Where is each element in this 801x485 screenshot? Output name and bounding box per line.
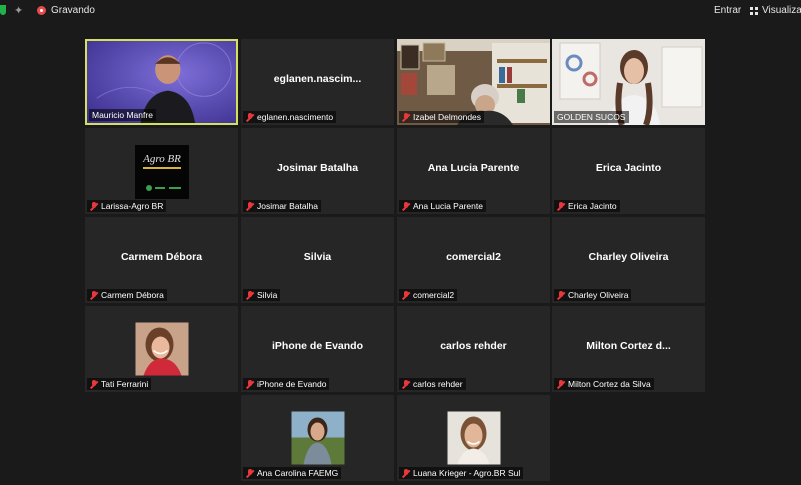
participant-tile[interactable]: Luana Krieger - Agro.BR Sul bbox=[397, 395, 550, 481]
participant-name-label: comercial2 bbox=[399, 289, 458, 301]
participant-display-name: Erica Jacinto bbox=[595, 162, 662, 174]
participant-display-name: Charley Oliveira bbox=[588, 251, 669, 263]
enter-button[interactable]: Entrar bbox=[714, 5, 741, 16]
participant-tile[interactable]: Tati Ferrarini bbox=[85, 306, 238, 392]
participant-name-label: Ana Carolina FAEMG bbox=[243, 467, 342, 479]
participant-tile[interactable]: iPhone de Evando iPhone de Evando bbox=[241, 306, 394, 392]
participant-name-label: GOLDEN SUCOS bbox=[554, 111, 629, 123]
participant-tile[interactable]: carlos rehder carlos rehder bbox=[397, 306, 550, 392]
muted-mic-icon bbox=[90, 201, 98, 211]
avatar bbox=[135, 322, 188, 376]
muted-mic-icon bbox=[402, 201, 410, 211]
muted-mic-icon bbox=[557, 201, 565, 211]
muted-mic-icon bbox=[90, 290, 98, 300]
participant-display-name: Milton Cortez d... bbox=[586, 340, 671, 352]
profile-photo bbox=[447, 411, 500, 465]
participant-tile[interactable]: Charley Oliveira Charley Oliveira bbox=[552, 217, 705, 303]
participant-name-label: Silvia bbox=[243, 289, 281, 301]
muted-mic-icon bbox=[402, 290, 410, 300]
participant-name-label: Charley Oliveira bbox=[554, 289, 632, 301]
recording-icon bbox=[37, 6, 46, 15]
participant-tile[interactable]: Josimar Batalha Josimar Batalha bbox=[241, 128, 394, 214]
participant-display-name: Carmem Débora bbox=[120, 251, 203, 263]
muted-mic-icon bbox=[246, 290, 254, 300]
profile-photo bbox=[291, 411, 344, 465]
participant-tile[interactable]: comercial2 comercial2 bbox=[397, 217, 550, 303]
participant-display-name: iPhone de Evando bbox=[271, 340, 363, 352]
participant-display-name: eglanen.nascim... bbox=[273, 73, 362, 85]
participant-name-label: carlos rehder bbox=[399, 378, 466, 390]
participant-name-label: Ana Lucia Parente bbox=[399, 200, 486, 212]
muted-mic-icon bbox=[246, 112, 254, 122]
muted-mic-icon bbox=[402, 379, 410, 389]
grid-view-icon bbox=[750, 6, 758, 15]
participant-tile[interactable]: Mauricio Manfre bbox=[85, 39, 238, 125]
participant-tile[interactable]: Silvia Silvia bbox=[241, 217, 394, 303]
muted-mic-icon bbox=[246, 201, 254, 211]
participant-tile[interactable]: Ana Lucia Parente Ana Lucia Parente bbox=[397, 128, 550, 214]
avatar: Agro BR bbox=[134, 145, 189, 199]
participant-name-label: Carmem Débora bbox=[87, 289, 167, 301]
muted-mic-icon bbox=[557, 379, 565, 389]
participant-tile[interactable]: eglanen.nascim... eglanen.nascimento bbox=[241, 39, 394, 125]
participant-name-label: Larissa-Agro BR bbox=[87, 200, 167, 212]
participant-tile[interactable]: Ana Carolina FAEMG bbox=[241, 395, 394, 481]
view-button-label: Visualizar bbox=[762, 5, 801, 16]
participant-tile[interactable]: Izabel Delmondes bbox=[397, 39, 550, 125]
muted-mic-icon bbox=[246, 468, 254, 478]
participant-name-label: eglanen.nascimento bbox=[243, 111, 337, 123]
participant-name-label: Josimar Batalha bbox=[243, 200, 321, 212]
participant-display-name: comercial2 bbox=[446, 251, 501, 263]
avatar bbox=[447, 411, 500, 465]
view-button[interactable]: Visualizar bbox=[750, 5, 801, 16]
participant-display-name: carlos rehder bbox=[440, 340, 507, 352]
participant-display-name: Josimar Batalha bbox=[276, 162, 359, 174]
participant-display-name: Silvia bbox=[303, 251, 332, 263]
muted-mic-icon bbox=[90, 379, 98, 389]
muted-mic-icon bbox=[402, 112, 410, 122]
recording-label: Gravando bbox=[51, 5, 95, 16]
participant-name-label: iPhone de Evando bbox=[243, 378, 330, 390]
participant-name-label: Luana Krieger - Agro.BR Sul bbox=[399, 467, 524, 479]
security-shield-icon[interactable] bbox=[0, 5, 6, 15]
participant-tile[interactable]: Agro BR Larissa-Agro BR bbox=[85, 128, 238, 214]
avatar bbox=[291, 411, 344, 465]
svg-text:Agro BR: Agro BR bbox=[142, 153, 181, 165]
participant-name-label: Mauricio Manfre bbox=[89, 109, 156, 121]
participant-tile[interactable]: Milton Cortez d... Milton Cortez da Silv… bbox=[552, 306, 705, 392]
muted-mic-icon bbox=[557, 290, 565, 300]
participant-name-label: Izabel Delmondes bbox=[399, 111, 485, 123]
profile-photo bbox=[135, 322, 188, 376]
participant-name-label: Milton Cortez da Silva bbox=[554, 378, 654, 390]
agro-logo-avatar: Agro BR bbox=[134, 145, 189, 199]
participant-name-label: Erica Jacinto bbox=[554, 200, 620, 212]
participant-display-name: Ana Lucia Parente bbox=[427, 162, 520, 174]
participant-tile[interactable]: Erica Jacinto Erica Jacinto bbox=[552, 128, 705, 214]
top-bar: ✦ Gravando Entrar Visualizar bbox=[0, 0, 801, 24]
participant-name-label: Tati Ferrarini bbox=[87, 378, 152, 390]
muted-mic-icon bbox=[246, 379, 254, 389]
participant-tile[interactable]: Carmem Débora Carmem Débora bbox=[85, 217, 238, 303]
participant-tile[interactable]: GOLDEN SUCOS bbox=[552, 39, 705, 125]
sparkle-icon[interactable]: ✦ bbox=[14, 4, 23, 17]
muted-mic-icon bbox=[402, 468, 410, 478]
